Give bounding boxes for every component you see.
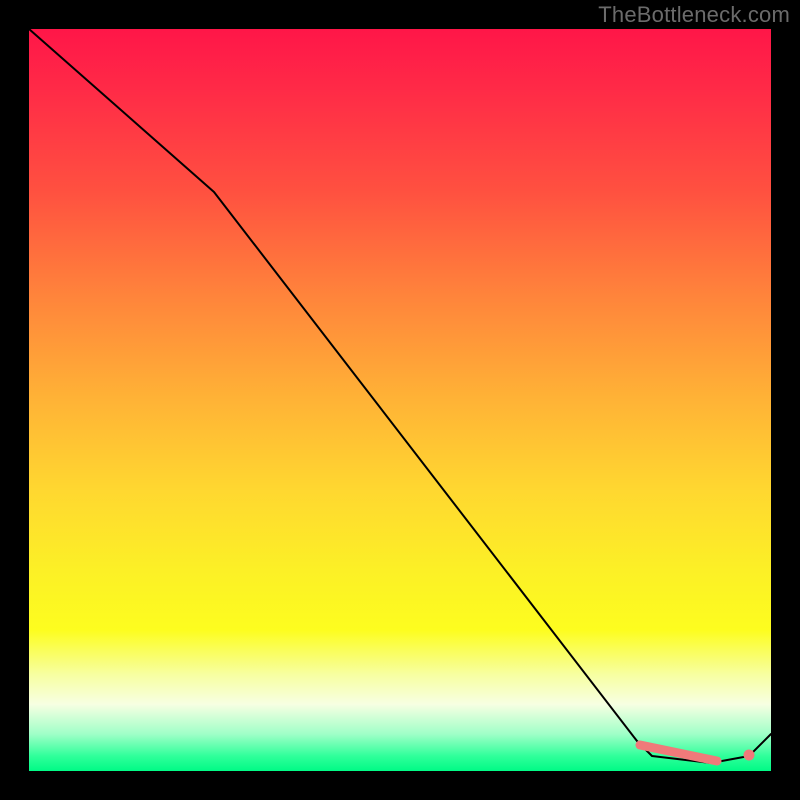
marker-dot [744, 750, 755, 761]
chart-overlay [29, 29, 771, 771]
watermark-text: TheBottleneck.com [598, 2, 790, 28]
bottleneck-curve [29, 29, 771, 763]
chart-stage: TheBottleneck.com [0, 0, 800, 800]
